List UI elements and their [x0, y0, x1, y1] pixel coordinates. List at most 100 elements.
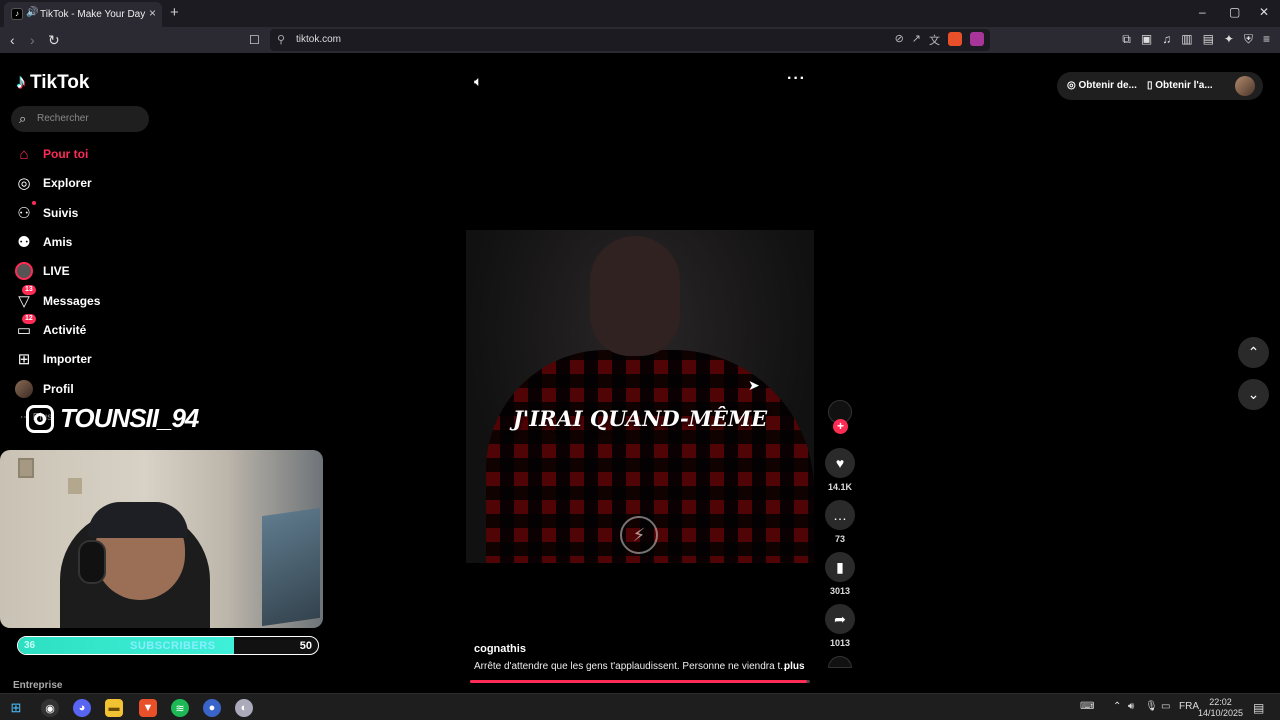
new-tab-button[interactable]: + — [170, 4, 179, 21]
sidebar-item-profil[interactable]: Profil — [14, 378, 74, 400]
sidebar-item-label: Explorer — [43, 176, 92, 190]
spotify-icon[interactable]: ≋ — [171, 699, 189, 717]
address-bar-icons: ⊘ ↗ 文 — [895, 32, 984, 48]
next-video-button[interactable]: ⌄ — [1238, 379, 1269, 410]
video-progress-bar[interactable] — [470, 680, 810, 683]
search-placeholder[interactable]: Rechercher — [37, 113, 89, 124]
discord-icon[interactable]: ◕ — [73, 699, 91, 717]
follow-plus-icon[interactable]: + — [833, 419, 848, 434]
sidebar-item-pour-toi[interactable]: ⌂ Pour toi — [14, 143, 88, 165]
speaker-icon[interactable]: 🔊 — [26, 7, 38, 18]
no-tracking-icon[interactable]: ⊘ — [895, 32, 904, 48]
forward-icon[interactable]: › — [30, 31, 35, 49]
subscriber-goal: 50 — [299, 640, 312, 652]
instagram-handle: TOUNSII_94 — [60, 403, 199, 433]
messages-icon: ▽ 13 — [14, 285, 36, 311]
maximize-icon[interactable]: ▢ — [1229, 5, 1240, 19]
back-icon[interactable]: ‹ — [10, 31, 15, 49]
share-button[interactable]: ➦ 1013 — [825, 604, 855, 648]
monitor — [262, 507, 320, 627]
sidebar-item-label: Profil — [43, 382, 74, 396]
brave-browser-icon[interactable]: ▼ — [139, 699, 157, 717]
clock-time: 22:02 — [1209, 697, 1232, 707]
browser-navbar: ‹ › ↻ ☐ ⚲ tiktok.com ⊘ ↗ 文 ⧉ ▣ ♫ ▥ ▤ ✦ ⛨… — [0, 27, 1280, 53]
file-explorer-icon[interactable]: ▬ — [105, 699, 123, 717]
microphone-icon[interactable]: 🎙︎ — [1145, 701, 1158, 712]
app-icon[interactable]: ● — [203, 699, 221, 717]
heart-icon[interactable]: ♥ — [825, 448, 855, 478]
translate-icon[interactable]: 文 — [929, 32, 940, 48]
activity-icon: ▭ 12 — [14, 314, 36, 340]
clock[interactable]: 22:02 14/10/2025 — [1198, 697, 1243, 719]
wallet2-icon[interactable]: ▤ — [1203, 32, 1214, 47]
clock-date: 14/10/2025 — [1198, 708, 1244, 718]
tray-chevron-icon[interactable]: ⌃ — [1113, 701, 1121, 712]
obs-icon[interactable]: ◉ — [41, 699, 59, 717]
volume-tray-icon[interactable]: 🔊︎ — [1128, 701, 1134, 712]
tab-title: TikTok - Make Your Day — [40, 9, 146, 20]
video-player[interactable]: J'IRAI QUAND-MÊME ⚡︎ — [466, 230, 814, 563]
comment-count: 73 — [834, 534, 845, 544]
sidebar-item-messages[interactable]: ▽ 13 Messages — [14, 285, 100, 312]
search-input[interactable]: ⌕ Rechercher — [11, 106, 149, 132]
media-icon[interactable]: ♫ — [1162, 32, 1171, 47]
keyboard-icon[interactable]: ⌨ — [1080, 701, 1094, 712]
sidebar-item-importer[interactable]: ⊞ Importer — [14, 348, 92, 370]
user-avatar[interactable] — [1235, 76, 1255, 96]
vpn-icon[interactable]: ⛨ — [1244, 32, 1253, 47]
tiktok-note-icon: ♪ — [16, 71, 26, 93]
app2-icon[interactable]: ◐ — [235, 699, 253, 717]
sound-disc-icon[interactable] — [828, 656, 852, 668]
notifications-icon[interactable]: ▤ — [1253, 701, 1264, 715]
menu-icon[interactable]: ≡ — [1263, 32, 1270, 47]
close-window-icon[interactable]: ✕ — [1259, 5, 1269, 19]
video-description: Arrête d'attendre que les gens t'applaud… — [474, 661, 789, 672]
tiktok-logo[interactable]: ♪ TikTok — [16, 71, 89, 94]
url-text[interactable]: tiktok.com — [296, 34, 341, 45]
sidebar-item-label: Importer — [43, 352, 92, 366]
extensions-icon[interactable]: ⧉ — [1122, 32, 1131, 47]
sidebar-item-amis[interactable]: ⚉ Amis — [14, 231, 72, 253]
get-app-button[interactable]: ▯ Obtenir l'a... — [1147, 80, 1213, 91]
language-indicator[interactable]: FRA — [1179, 701, 1199, 712]
minimize-icon[interactable]: – — [1199, 5, 1206, 19]
bookmark-icon[interactable]: ☐ — [249, 31, 260, 49]
friends-icon: ⚉ — [17, 234, 31, 251]
get-coins-button[interactable]: ◎ Obtenir de... — [1067, 80, 1137, 91]
share-icon[interactable]: ↗ — [912, 32, 921, 48]
more-options-icon[interactable]: ··· — [787, 70, 806, 88]
sidebar-item-explorer[interactable]: ◎ Explorer — [14, 172, 92, 194]
sidebar-item-live[interactable]: LIVE — [14, 260, 70, 282]
sidebar-item-activite[interactable]: ▭ 12 Activité — [14, 314, 86, 341]
browser-toolbar-right: ⧉ ▣ ♫ ▥ ▤ ✦ ⛨ ≡ — [1122, 32, 1270, 47]
sidebar-footer-entreprise[interactable]: Entreprise — [13, 680, 62, 691]
brave-shield-icon[interactable] — [948, 32, 962, 46]
save-count: 3013 — [829, 586, 851, 596]
sidebar-toggle-icon[interactable]: ▥ — [1181, 32, 1192, 47]
instagram-icon — [26, 404, 54, 433]
description-more-link[interactable]: plus — [784, 661, 805, 672]
logo-text: TikTok — [30, 71, 90, 93]
network-icon[interactable]: ▭ — [1161, 701, 1170, 712]
reload-icon[interactable]: ↻ — [48, 31, 60, 49]
headset — [78, 540, 106, 584]
mouse-cursor-icon: ➤ — [748, 377, 760, 393]
bookmark-icon[interactable]: ▮ — [825, 552, 855, 582]
close-tab-icon[interactable]: × — [149, 6, 156, 20]
brave-rewards-icon[interactable] — [970, 32, 984, 46]
like-button[interactable]: ♥ 14.1K — [825, 448, 855, 492]
save-button[interactable]: ▮ 3013 — [825, 552, 855, 596]
comment-button[interactable]: … 73 — [825, 500, 855, 544]
comment-icon[interactable]: … — [825, 500, 855, 530]
site-info-icon[interactable]: ⚲ — [277, 33, 285, 46]
leo-ai-icon[interactable]: ✦ — [1224, 32, 1234, 47]
share-arrow-icon[interactable]: ➦ — [825, 604, 855, 634]
wallet-icon[interactable]: ▣ — [1141, 32, 1152, 47]
video-author[interactable]: cognathis — [474, 643, 526, 655]
windows-start-icon[interactable]: ⊞ — [7, 699, 25, 717]
previous-video-button[interactable]: ⌃ — [1238, 337, 1269, 368]
browser-tab[interactable]: ♪ 🔊 TikTok - Make Your Day × — [4, 2, 162, 27]
address-bar[interactable]: ⚲ tiktok.com ⊘ ↗ 文 — [270, 29, 990, 51]
sidebar-item-suivis[interactable]: ⚇ Suivis — [14, 201, 78, 224]
volume-icon[interactable]: 🔈︎ — [474, 73, 482, 90]
